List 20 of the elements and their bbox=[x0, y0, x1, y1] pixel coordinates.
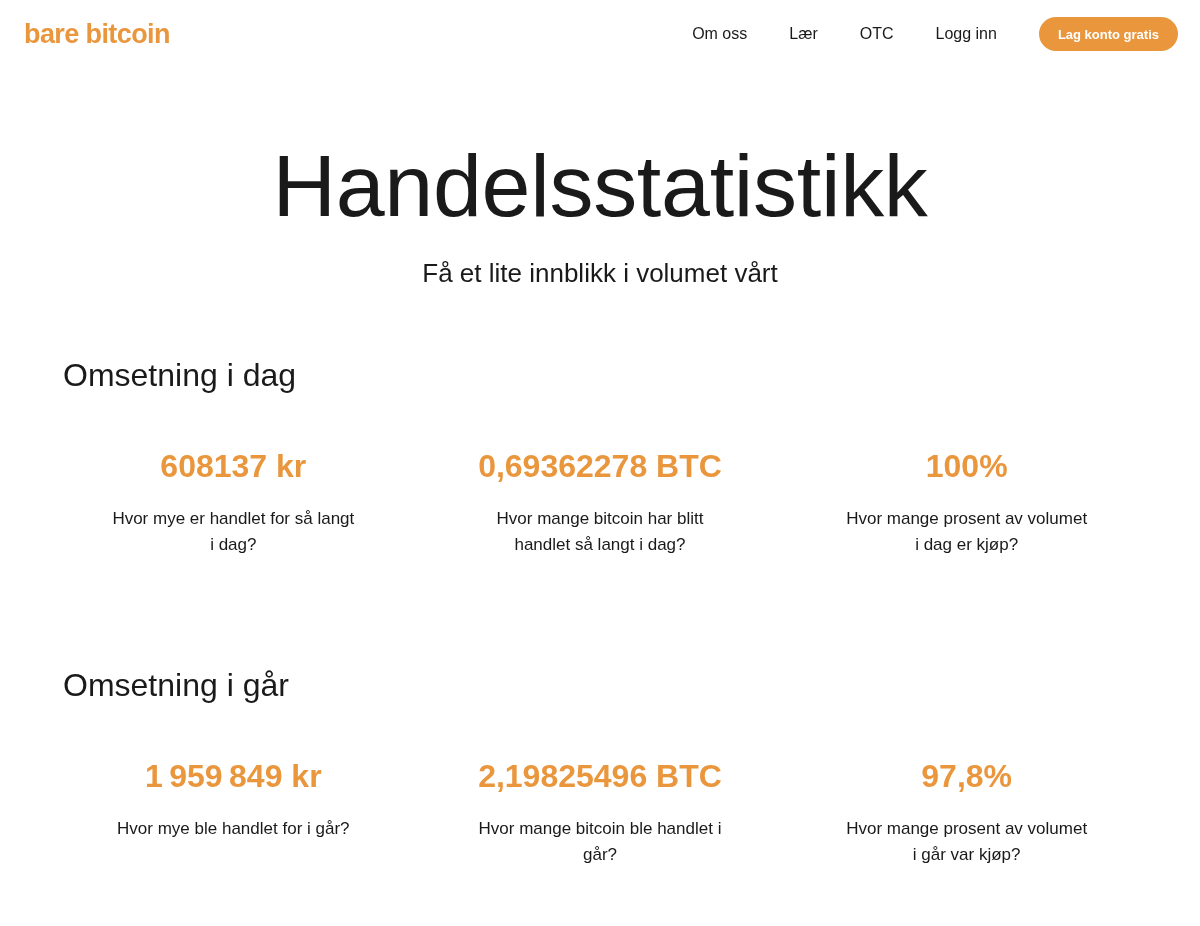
stat-description: Hvor mange bitcoin har blitt handlet så langt i dag? bbox=[495, 508, 705, 556]
stat-description: Hvor mye er handlet for så langt i dag? bbox=[111, 508, 356, 556]
stat-value: 1 959 849 kr bbox=[145, 758, 322, 794]
stat-description: Hvor mange prosent av volumet i går var kjøp? bbox=[845, 818, 1089, 866]
nav-link[interactable]: OTC bbox=[859, 25, 894, 43]
stat-value: 100% bbox=[925, 448, 1008, 484]
stat-description: Hvor mange prosent av volumet i dag er kjøp? bbox=[845, 508, 1089, 556]
stat-description: Hvor mye ble handlet for i går? bbox=[117, 818, 350, 840]
section-heading: Omsetning i dag bbox=[62, 356, 297, 394]
nav-link[interactable]: Om oss bbox=[692, 25, 748, 43]
nav-link[interactable]: Logg inn bbox=[935, 25, 997, 43]
nav-link[interactable]: Lær bbox=[789, 25, 818, 43]
section-heading: Omsetning i går bbox=[62, 666, 290, 704]
stat-value: 2,19825496 BTC bbox=[478, 758, 722, 794]
stat-description: Hvor mange bitcoin ble handlet i går? bbox=[477, 818, 723, 866]
stat-value: 97,8% bbox=[921, 758, 1012, 794]
page-subtitle: Få et lite innblikk i volumet vårt bbox=[421, 258, 779, 289]
stat-value: 608137 kr bbox=[160, 448, 307, 484]
stat-value: 0,69362278 BTC bbox=[478, 448, 722, 484]
page-title: Handelsstatistikk bbox=[271, 137, 929, 234]
